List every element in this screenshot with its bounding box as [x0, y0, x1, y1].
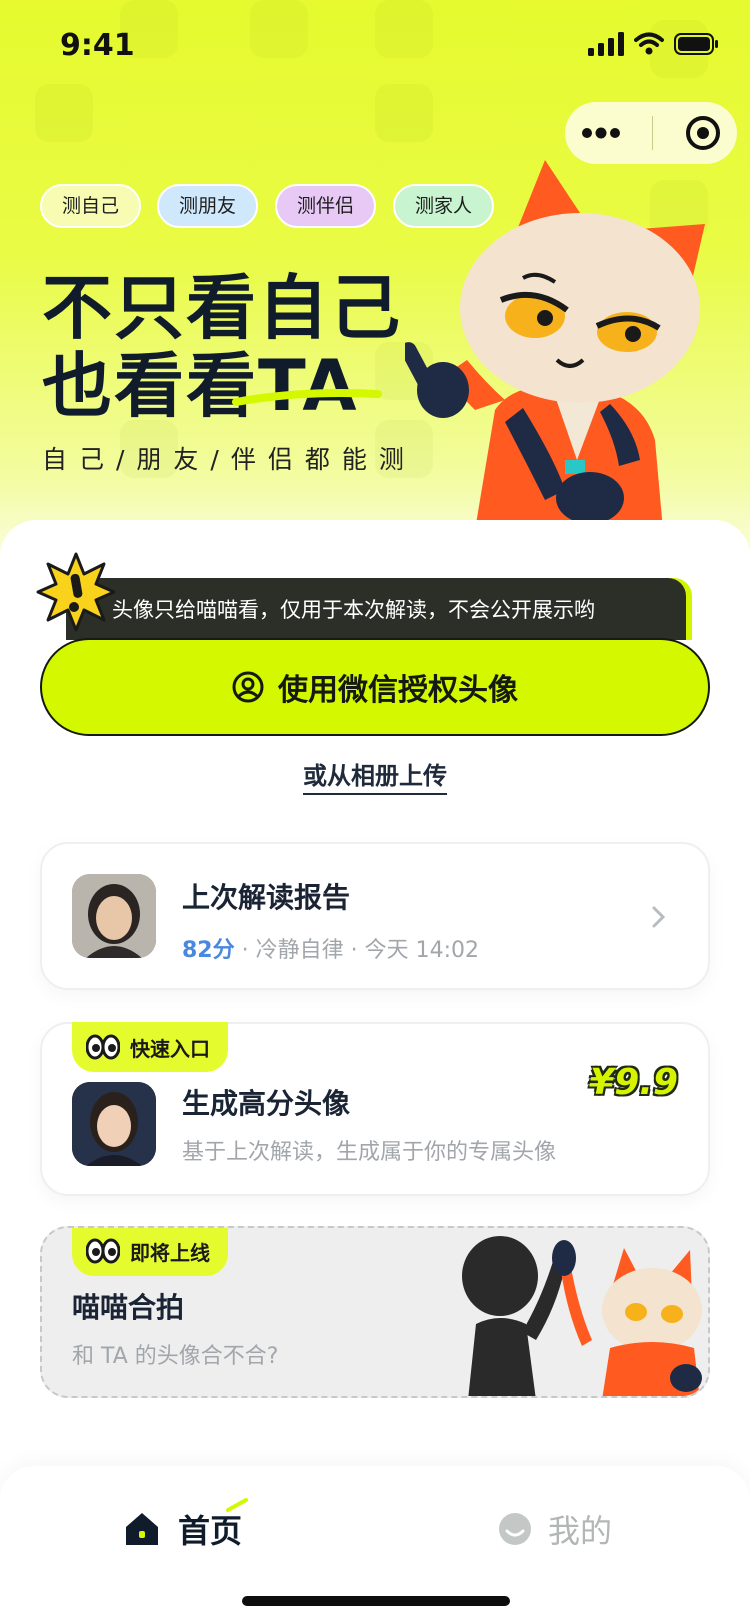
tab-mine-label: 我的 [548, 1512, 613, 1550]
hero-subline: 自己/朋友/伴侣都能测 [42, 445, 416, 474]
eyes-icon [86, 1034, 120, 1060]
last-report-card[interactable]: 上次解读报告 82分 · 冷静自律 · 今天 14:02 [40, 842, 710, 990]
tag-self[interactable]: 测自己 [40, 184, 142, 228]
avatar [72, 874, 156, 958]
coming-soon-title: 喵喵合拍 [72, 1291, 185, 1324]
quick-entry-title: 生成高分头像 [182, 1087, 351, 1120]
last-report-detail: · 冷静自律 · 今天 14:02 [241, 938, 479, 963]
coming-soon-card: 即将上线 喵喵合拍 和 TA 的头像合不合? [40, 1226, 710, 1398]
last-report-score: 82分 [182, 938, 235, 963]
more-dots-icon[interactable] [581, 127, 621, 139]
privacy-tip-text: 头像只给喵喵看，仅用于本次解读，不会公开展示哟 [112, 598, 595, 622]
hero-banner: 9:41 测自己 测朋友 测伴侣 测家人 不只看自己 也看看TA 自己/朋友/伴… [0, 0, 750, 560]
last-report-meta: 82分 · 冷静自律 · 今天 14:02 [182, 932, 479, 964]
miniprogram-capsule [565, 102, 737, 164]
tab-home[interactable]: 首页 [122, 1498, 248, 1552]
last-report-title: 上次解读报告 [182, 881, 351, 914]
home-indicator [242, 1596, 510, 1606]
home-icon [126, 1513, 158, 1545]
coming-soon-badge-label: 即将上线 [130, 1240, 210, 1265]
quick-entry-badge-label: 快速入口 [130, 1036, 210, 1061]
wechat-avatar-auth-button[interactable]: 使用微信授权头像 [40, 638, 710, 736]
avatar-portrait-icon [72, 1082, 156, 1166]
avatar [72, 1082, 156, 1166]
quick-entry-subtitle: 基于上次解读，生成属于你的专属头像 [182, 1140, 557, 1165]
tab-home-label: 首页 [178, 1512, 243, 1550]
tag-family[interactable]: 测家人 [393, 184, 495, 228]
status-time: 9:41 [60, 28, 135, 63]
status-icons [588, 32, 720, 56]
coming-soon-subtitle: 和 TA 的头像合不合? [72, 1344, 279, 1369]
chevron-right-icon [652, 906, 666, 928]
user-circle-icon [232, 671, 264, 703]
tag-partner[interactable]: 测伴侣 [275, 184, 377, 228]
tab-mine[interactable]: 我的 [498, 1506, 612, 1552]
privacy-tip: 头像只给喵喵看，仅用于本次解读，不会公开展示哟 [66, 578, 686, 640]
quick-entry-price: ¥9.9 [589, 1062, 678, 1103]
quick-entry-badge: 快速入口 [72, 1022, 228, 1072]
signal-icon [588, 32, 624, 56]
quick-entry-card[interactable]: 快速入口 生成高分头像 基于上次解读，生成属于你的专属头像 ¥9.9 [40, 1022, 710, 1196]
underline-swoosh-icon [232, 389, 382, 406]
eyes-icon [86, 1238, 120, 1264]
battery-icon [674, 33, 718, 55]
headline-line2: 也看看TA [42, 345, 359, 427]
wifi-icon [634, 32, 664, 55]
highfive-illustration [462, 1236, 702, 1396]
avatar-portrait-icon [72, 874, 156, 958]
smiley-face-icon [499, 1513, 531, 1545]
coming-soon-badge: 即将上线 [72, 1228, 228, 1276]
upload-from-album-link[interactable]: 或从相册上传 [0, 756, 750, 795]
exclamation-burst-icon [36, 552, 116, 632]
tag-friend[interactable]: 测朋友 [157, 184, 259, 228]
accent-dash-icon [226, 1498, 248, 1512]
close-target-icon[interactable] [685, 115, 721, 151]
wechat-avatar-auth-label: 使用微信授权头像 [278, 673, 518, 708]
upload-from-album-label: 或从相册上传 [303, 762, 447, 795]
